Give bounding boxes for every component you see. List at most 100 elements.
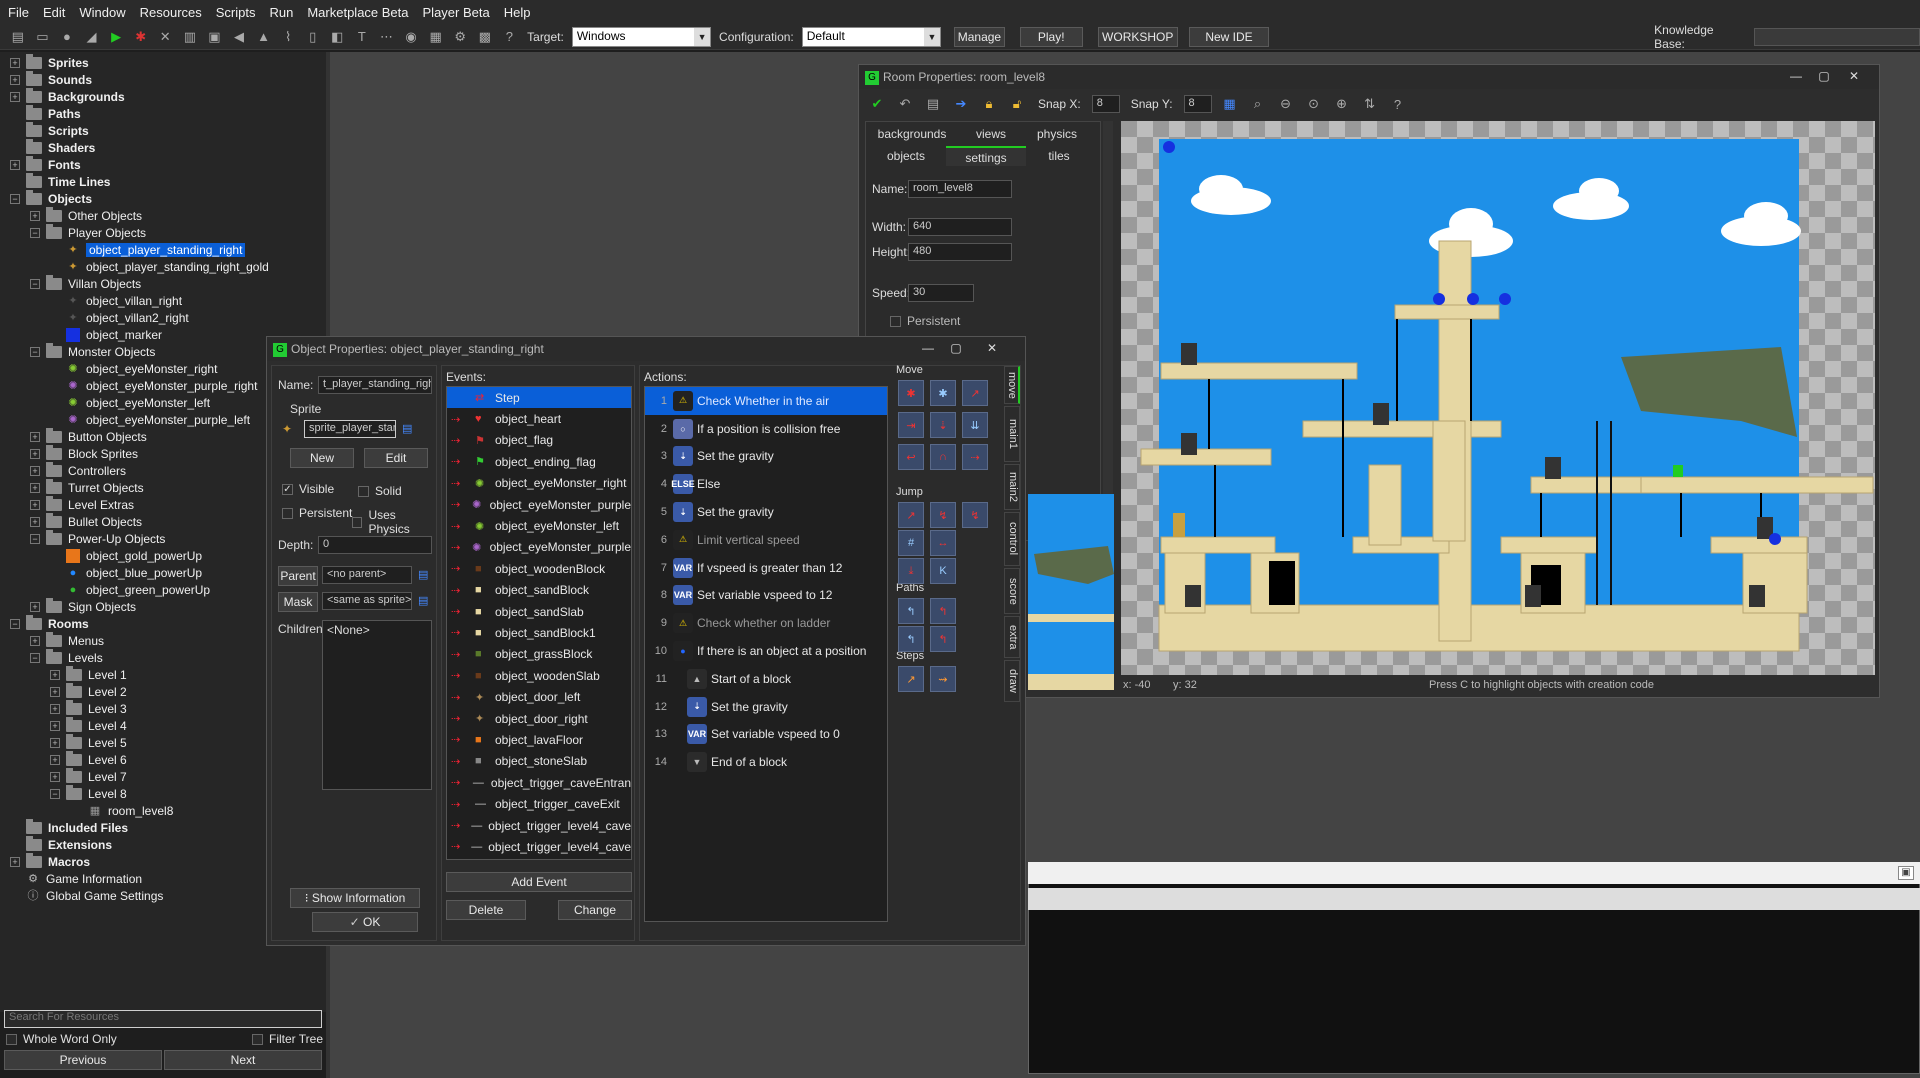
bounce-icon[interactable]: K — [930, 558, 956, 584]
event-collision[interactable]: ⇢ ■ object_sandSlab — [447, 601, 631, 622]
friction-icon[interactable]: ⇢ — [962, 444, 988, 470]
tree-turret-objects[interactable]: + Turret Objects — [30, 478, 144, 496]
tree-level-5[interactable]: + Level 5 — [50, 733, 127, 751]
event-collision[interactable]: ⇢ ■ object_sandBlock1 — [447, 622, 631, 643]
tree-object-eyemonster-left[interactable]: ✺ object_eyeMonster_left — [66, 394, 210, 411]
shift-icon[interactable]: ➔ — [951, 94, 971, 114]
tree-villan-objects[interactable]: − Villan Objects — [30, 274, 141, 292]
tree-level-3[interactable]: + Level 3 — [50, 699, 127, 717]
step-towards-icon[interactable]: ↗ — [898, 666, 924, 692]
tab-objects[interactable]: objects — [866, 146, 946, 166]
tree-level-7[interactable]: + Level 7 — [50, 767, 127, 785]
expand-icon[interactable]: + — [50, 686, 60, 697]
expand-icon[interactable]: + — [30, 448, 40, 459]
collapse-icon[interactable]: − — [30, 652, 40, 663]
move-fixed-icon[interactable]: ✱ — [898, 380, 924, 406]
menu-resources[interactable]: Resources — [140, 5, 202, 20]
events-list[interactable]: ⇄ Step ⇢ ♥ object_heart ⇢ ⚑ object_flag ⇢ ⚑ object… — [446, 386, 632, 860]
extension-icon[interactable]: ▩ — [475, 27, 495, 47]
wrap-screen-icon[interactable]: ↔ — [930, 530, 956, 556]
tree-controllers[interactable]: + Controllers — [30, 461, 126, 479]
speed-vertical-icon[interactable]: ⇣ — [930, 412, 956, 438]
tab-backgrounds[interactable]: backgrounds — [866, 124, 958, 144]
room-width-input[interactable]: 640 — [908, 218, 1012, 236]
confirm-icon[interactable]: ✔ — [867, 94, 887, 114]
knowledge-base-input[interactable] — [1753, 27, 1920, 46]
event-collision[interactable]: ⇢ ■ object_stoneSlab — [447, 751, 631, 772]
event-collision[interactable]: ⇢ ⚑ object_ending_flag — [447, 451, 631, 472]
tab-settings[interactable]: settings — [946, 146, 1026, 166]
tree-object-player-standing-right[interactable]: ✦ object_player_standing_right — [66, 241, 246, 258]
move-free-icon[interactable]: ✱ — [930, 380, 956, 406]
whole-word-checkbox[interactable]: Whole Word Only — [6, 1032, 117, 1046]
action-row[interactable]: 13 VAR Set variable vspeed to 0 — [645, 721, 887, 749]
expand-icon[interactable]: + — [50, 737, 60, 748]
tree-rooms[interactable]: − Rooms — [10, 614, 89, 632]
snap-y-input[interactable]: 8 — [1183, 95, 1212, 113]
menu-icon[interactable]: ▤ — [402, 422, 416, 436]
expand-icon[interactable]: + — [50, 754, 60, 765]
delete-event-button[interactable]: Delete — [446, 900, 526, 920]
tree-player-objects[interactable]: − Player Objects — [30, 223, 146, 241]
event-step[interactable]: ⇄ Step — [447, 387, 631, 409]
tree-level-2[interactable]: + Level 2 — [50, 682, 127, 700]
sprite-icon[interactable]: ▣ — [205, 27, 225, 47]
action-row[interactable]: 5 ⇣ Set the gravity — [645, 498, 887, 526]
tree-bullet-objects[interactable]: + Bullet Objects — [30, 512, 142, 530]
collapse-icon[interactable]: − — [10, 618, 20, 629]
menu-file[interactable]: File — [8, 5, 29, 20]
shader-icon[interactable]: ◧ — [328, 27, 348, 47]
tree-levels[interactable]: − Levels — [30, 648, 103, 666]
tab-move[interactable]: move — [1004, 366, 1020, 404]
save-icon[interactable]: ● — [57, 27, 77, 47]
previous-button[interactable]: Previous — [4, 1050, 162, 1070]
room-canvas[interactable] — [1121, 121, 1875, 675]
next-button[interactable]: Next — [164, 1050, 322, 1070]
event-collision[interactable]: ⇢ ■ object_lavaFloor — [447, 729, 631, 750]
path-icon[interactable]: ⌇ — [278, 27, 298, 47]
persistent-checkbox[interactable]: Persistent — [282, 506, 352, 520]
expand-icon[interactable]: + — [50, 771, 60, 782]
tree-object-player-gold[interactable]: ✦ object_player_standing_right_gold — [66, 258, 268, 275]
menu-marketplace[interactable]: Marketplace Beta — [307, 5, 408, 20]
event-collision[interactable]: ⇢ ✺ object_eyeMonster_right — [447, 473, 631, 494]
set-path-icon[interactable]: ↰ — [898, 598, 924, 624]
action-row[interactable]: 1 ⚠ Check Whether in the air — [645, 387, 887, 415]
action-row[interactable]: 12 ⇣ Set the gravity — [645, 693, 887, 721]
collapse-icon[interactable]: − — [30, 533, 40, 544]
event-collision[interactable]: ⇢ ✦ object_door_right — [447, 708, 631, 729]
help-icon[interactable]: ? — [500, 27, 520, 47]
edit-sprite-button[interactable]: Edit — [364, 448, 428, 468]
expand-icon[interactable]: + — [10, 57, 20, 68]
depth-input[interactable]: 0 — [318, 536, 432, 554]
collapse-icon[interactable]: − — [10, 193, 20, 204]
zoom-in-icon[interactable]: ⊕ — [1332, 94, 1352, 114]
debug-icon[interactable]: ✱ — [131, 27, 151, 47]
solid-checkbox[interactable]: Solid — [358, 484, 402, 498]
tree-object-green-powerup[interactable]: ● object_green_powerUp — [66, 581, 210, 598]
clean-icon[interactable]: ▥ — [180, 27, 200, 47]
collapse-icon[interactable]: − — [50, 788, 60, 799]
room-persistent-checkbox[interactable]: Persistent — [890, 314, 960, 328]
expand-icon[interactable]: + — [30, 499, 40, 510]
action-row[interactable]: 8 VAR Set variable vspeed to 12 — [645, 582, 887, 610]
tab-extra[interactable]: extra — [1004, 616, 1020, 658]
tree-object-eyemonster-purple-left[interactable]: ✺ object_eyeMonster_purple_left — [66, 411, 250, 428]
event-collision[interactable]: ⇢ ■ object_woodenBlock — [447, 558, 631, 579]
new-ide-button[interactable]: New IDE — [1188, 26, 1270, 47]
move-contact-icon[interactable]: ⤓ — [898, 558, 924, 584]
jump-start-icon[interactable]: ↯ — [930, 502, 956, 528]
action-row[interactable]: 10 ● If there is an object at a position — [645, 637, 887, 665]
action-row[interactable]: 11 ▲ Start of a block — [645, 665, 887, 693]
action-row[interactable]: 7 VAR If vspeed is greater than 12 — [645, 554, 887, 582]
zoom-out-icon[interactable]: ⊖ — [1276, 94, 1296, 114]
configuration-select[interactable]: Default ▼ — [801, 26, 941, 47]
fill-icon[interactable]: ⇅ — [1360, 94, 1380, 114]
tree-paths[interactable]: +Paths — [10, 104, 81, 122]
tab-control[interactable]: control — [1004, 512, 1020, 566]
tree-button-objects[interactable]: + Button Objects — [30, 427, 147, 445]
ok-button[interactable]: ✓ OK — [312, 912, 418, 932]
expand-icon[interactable]: + — [30, 465, 40, 476]
collapse-icon[interactable]: − — [30, 278, 40, 289]
tab-score[interactable]: score — [1004, 568, 1020, 614]
